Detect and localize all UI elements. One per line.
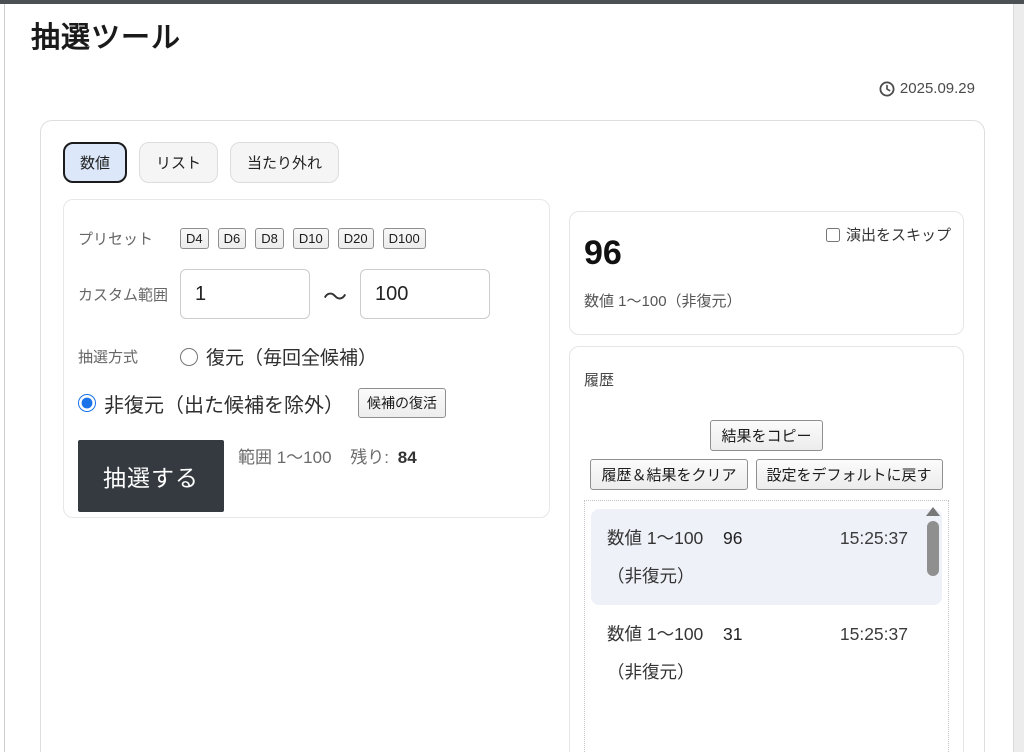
- draw-button[interactable]: 抽選する: [78, 440, 224, 512]
- scroll-up-icon[interactable]: [926, 507, 940, 516]
- history-item-label: 数値 1〜100（非復元）: [607, 624, 704, 682]
- custom-range-row: カスタム範囲 〜: [78, 269, 535, 319]
- history-item-time: 15:25:37: [839, 624, 908, 644]
- range-max-input[interactable]: [360, 269, 490, 319]
- preset-d100-button[interactable]: D100: [382, 228, 426, 249]
- skip-animation-control[interactable]: 演出をスキップ: [825, 224, 951, 245]
- method-row: 抽選方式 復元（毎回全候補）: [78, 343, 535, 370]
- copy-result-button[interactable]: 結果をコピー: [710, 420, 823, 451]
- date-text: 2025.09.29: [899, 80, 975, 97]
- reset-settings-button[interactable]: 設定をデフォルトに戻す: [755, 459, 943, 490]
- custom-range-label: カスタム範囲: [78, 286, 169, 304]
- window-scrollbar[interactable]: [1013, 4, 1024, 752]
- history-list: 数値 1〜100（非復元） 96 15:25:37 数値 1〜100（非復元） …: [584, 500, 949, 752]
- window-top-border: [0, 0, 1024, 4]
- scrollbar-thumb[interactable]: [927, 521, 939, 576]
- date-display: 2025.09.29: [879, 80, 975, 97]
- result-caption: 数値 1〜100（非復元）: [584, 293, 742, 310]
- tab-numeric[interactable]: 数値: [63, 142, 128, 183]
- restore-candidates-button[interactable]: 候補の復活: [358, 388, 446, 418]
- history-title: 履歴: [584, 372, 615, 389]
- preset-row: プリセット D4 D6 D8 D10 D20 D100: [78, 228, 535, 249]
- with-replacement-label: 復元（毎回全候補）: [206, 348, 378, 369]
- skip-animation-label: 演出をスキップ: [845, 227, 951, 244]
- preset-buttons: D4 D6 D8 D10 D20 D100: [180, 228, 426, 249]
- no-replacement-row: 非復元（出た候補を除外） 候補の復活: [78, 388, 535, 418]
- mode-tabs: 数値 リスト 当たり外れ: [63, 142, 340, 183]
- history-card: 履歴 結果をコピー 履歴＆結果をクリア 設定をデフォルトに戻す 数値 1〜100…: [569, 346, 964, 752]
- preset-label: プリセット: [78, 231, 154, 248]
- tab-list[interactable]: リスト: [139, 142, 219, 183]
- preset-d8-button[interactable]: D8: [255, 228, 284, 249]
- preset-d6-button[interactable]: D6: [217, 228, 247, 249]
- history-item-time: 15:25:37: [839, 528, 908, 548]
- preset-d20-button[interactable]: D20: [337, 228, 374, 249]
- radio-with-replacement[interactable]: 復元（毎回全候補）: [180, 343, 377, 370]
- history-item[interactable]: 数値 1〜100（非復元） 96 15:25:37: [591, 509, 942, 605]
- preset-d4-button[interactable]: D4: [180, 228, 209, 249]
- remaining-value: 84: [397, 448, 417, 467]
- history-scrollbar[interactable]: [926, 507, 940, 576]
- clock-icon: [879, 81, 895, 97]
- left-edge-divider: [4, 4, 5, 752]
- skip-animation-checkbox[interactable]: [825, 227, 840, 242]
- radio-without-replacement[interactable]: 非復元（出た候補を除外）: [78, 389, 344, 418]
- range-separator: 〜: [323, 283, 347, 311]
- page-title: 抽選ツール: [31, 22, 182, 54]
- history-item[interactable]: 数値 1〜100（非復元） 31 15:25:37: [591, 605, 942, 701]
- preset-d10-button[interactable]: D10: [292, 228, 329, 249]
- result-card: 演出をスキップ 96 数値 1〜100（非復元）: [569, 211, 964, 335]
- range-min-input[interactable]: [180, 269, 310, 319]
- draw-meta: 範囲 1〜100 残り: 84: [238, 443, 417, 468]
- range-info-text: 範囲 1〜100: [238, 448, 332, 467]
- tool-card: 数値 リスト 当たり外れ プリセット D4 D6 D8 D10 D20 D100…: [40, 120, 985, 752]
- clear-history-button[interactable]: 履歴＆結果をクリア: [590, 459, 748, 490]
- with-replacement-radio[interactable]: [180, 347, 198, 366]
- history-item-value: 31: [723, 624, 743, 644]
- without-replacement-radio[interactable]: [78, 394, 96, 412]
- draw-action-row: 抽選する 範囲 1〜100 残り: 84: [78, 440, 535, 512]
- settings-panel: プリセット D4 D6 D8 D10 D20 D100 カスタム範囲 〜 抽選方…: [63, 199, 550, 518]
- history-item-value: 96: [723, 528, 743, 548]
- method-label: 抽選方式: [78, 349, 139, 366]
- without-replacement-label: 非復元（出た候補を除外）: [104, 394, 344, 417]
- remaining-label: 残り:: [350, 448, 390, 467]
- tab-hit-miss[interactable]: 当たり外れ: [230, 142, 340, 183]
- history-item-label: 数値 1〜100（非復元）: [607, 528, 704, 586]
- history-buttons: 結果をコピー 履歴＆結果をクリア 設定をデフォルトに戻す: [584, 420, 949, 490]
